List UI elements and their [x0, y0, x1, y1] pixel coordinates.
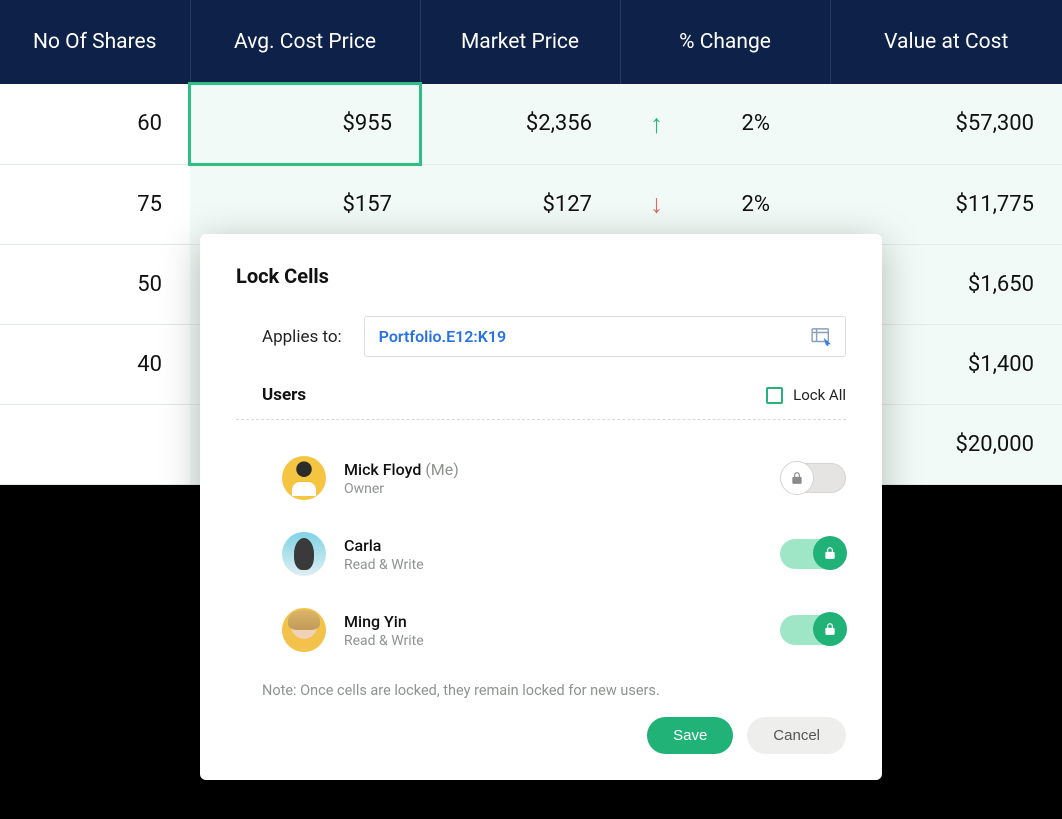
dialog-title: Lock Cells	[236, 264, 846, 288]
user-name: Mick Floyd (Me)	[344, 460, 780, 479]
cell-avg-cost[interactable]: $955	[190, 84, 420, 164]
lock-icon	[813, 536, 847, 570]
col-header-avg-cost[interactable]: Avg. Cost Price	[190, 0, 420, 84]
range-picker-icon[interactable]	[811, 328, 831, 346]
user-role: Read & Write	[344, 633, 780, 649]
checkbox-icon	[766, 387, 783, 404]
divider	[236, 419, 846, 420]
col-header-value-at-cost[interactable]: Value at Cost	[830, 0, 1062, 84]
cell-change[interactable]: ↓ 2%	[620, 164, 830, 244]
lock-toggle[interactable]	[780, 539, 846, 569]
table-row: 60 $955 $2,356 ↑ 2% $57,300	[0, 84, 1062, 164]
user-name: Carla	[344, 536, 780, 555]
table-row: 75 $157 $127 ↓ 2% $11,775	[0, 164, 1062, 244]
avatar	[282, 456, 326, 500]
cell-value[interactable]: $11,775	[830, 164, 1062, 244]
applies-to-row: Applies to: Portfolio.E12:K19	[236, 316, 846, 357]
save-button[interactable]: Save	[647, 717, 733, 754]
cell-change[interactable]: ↑ 2%	[620, 84, 830, 164]
lock-all-checkbox[interactable]: Lock All	[766, 386, 846, 404]
user-row: Ming Yin Read & Write	[236, 592, 846, 668]
cell-market[interactable]: $127	[420, 164, 620, 244]
arrow-up-icon: ↑	[650, 108, 663, 139]
cell-shares[interactable]: 40	[0, 324, 190, 404]
table-header-row: No Of Shares Avg. Cost Price Market Pric…	[0, 0, 1062, 84]
col-header-shares[interactable]: No Of Shares	[0, 0, 190, 84]
cell-value[interactable]: $57,300	[830, 84, 1062, 164]
user-row: Mick Floyd (Me) Owner	[236, 440, 846, 516]
arrow-down-icon: ↓	[650, 189, 663, 220]
avatar	[282, 532, 326, 576]
cell-shares[interactable]: 60	[0, 84, 190, 164]
lock-icon	[813, 612, 847, 646]
lock-icon	[780, 461, 814, 495]
applies-to-label: Applies to:	[262, 327, 342, 347]
lock-toggle[interactable]	[780, 615, 846, 645]
user-role: Read & Write	[344, 557, 780, 573]
col-header-market-price[interactable]: Market Price	[420, 0, 620, 84]
user-row: Carla Read & Write	[236, 516, 846, 592]
note-text: Note: Once cells are locked, they remain…	[262, 682, 846, 699]
user-name: Ming Yin	[344, 612, 780, 631]
cell-avg-cost[interactable]: $157	[190, 164, 420, 244]
cancel-button[interactable]: Cancel	[747, 717, 846, 754]
cell-market[interactable]: $2,356	[420, 84, 620, 164]
cell-shares[interactable]	[0, 404, 190, 484]
cell-shares[interactable]: 50	[0, 244, 190, 324]
users-section-label: Users	[262, 385, 306, 405]
avatar	[282, 608, 326, 652]
range-value: Portfolio.E12:K19	[379, 327, 506, 346]
col-header-change[interactable]: % Change	[620, 0, 830, 84]
cell-shares[interactable]: 75	[0, 164, 190, 244]
range-input[interactable]: Portfolio.E12:K19	[364, 316, 846, 357]
lock-cells-dialog: Lock Cells Applies to: Portfolio.E12:K19…	[200, 234, 882, 780]
lock-all-label: Lock All	[793, 386, 846, 404]
user-role: Owner	[344, 481, 780, 497]
lock-toggle[interactable]	[780, 463, 846, 493]
